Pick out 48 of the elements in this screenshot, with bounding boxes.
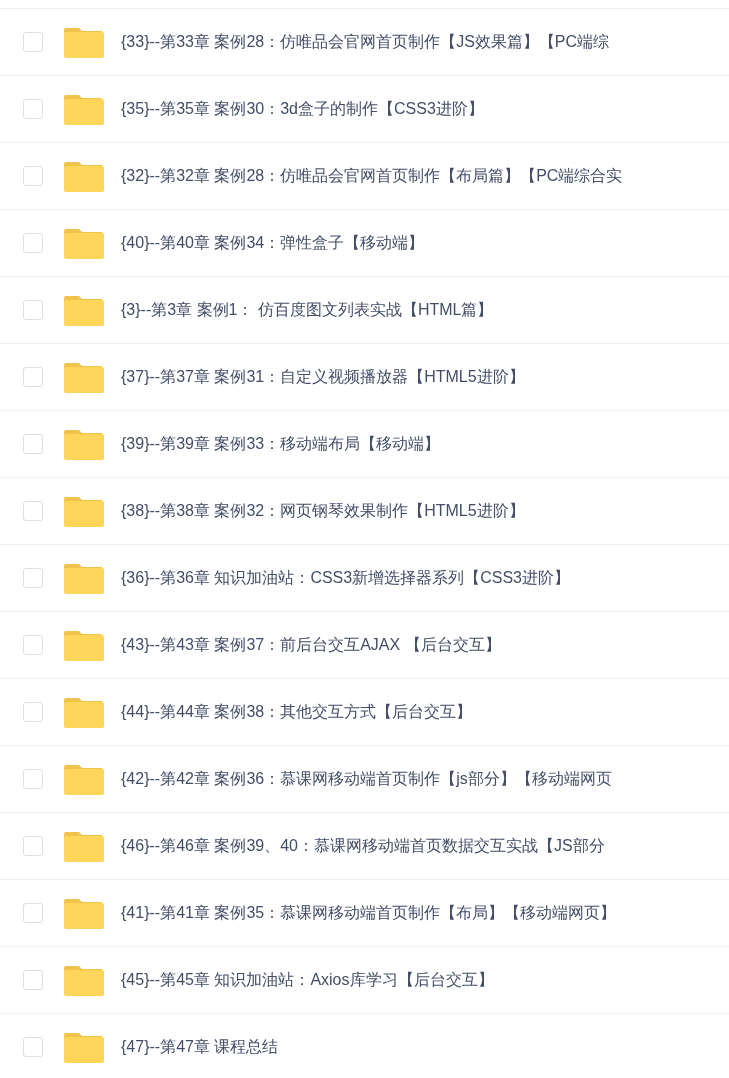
folder-icon xyxy=(64,160,104,192)
folder-name[interactable]: {39}--第39章 案例33：移动端布局【移动端】 xyxy=(121,432,441,456)
checkbox[interactable] xyxy=(23,99,43,119)
folder-name[interactable]: {45}--第45章 知识加油站：Axios库学习【后台交互】 xyxy=(121,968,494,992)
folder-name[interactable]: {33}--第33章 案例28：仿唯品会官网首页制作【JS效果篇】【PC端综 xyxy=(121,30,610,54)
checkbox[interactable] xyxy=(23,769,43,789)
folder-icon xyxy=(64,763,104,795)
folder-icon xyxy=(64,428,104,460)
folder-icon xyxy=(64,93,104,125)
checkbox[interactable] xyxy=(23,970,43,990)
checkbox[interactable] xyxy=(23,166,43,186)
folder-icon xyxy=(64,696,104,728)
folder-name[interactable]: {35}--第35章 案例30：3d盒子的制作【CSS3进阶】 xyxy=(121,97,484,121)
checkbox[interactable] xyxy=(23,367,43,387)
folder-icon xyxy=(64,26,104,58)
folder-name[interactable]: {37}--第37章 案例31：自定义视频播放器【HTML5进阶】 xyxy=(121,365,525,389)
checkbox[interactable] xyxy=(23,32,43,52)
folder-icon xyxy=(64,1031,104,1063)
checkbox[interactable] xyxy=(23,568,43,588)
checkbox[interactable] xyxy=(23,501,43,521)
folder-name[interactable]: {43}--第43章 案例37：前后台交互AJAX 【后台交互】 xyxy=(121,633,501,657)
checkbox[interactable] xyxy=(23,233,43,253)
folder-icon xyxy=(64,897,104,929)
checkbox[interactable] xyxy=(23,836,43,856)
folder-name[interactable]: {46}--第46章 案例39、40：慕课网移动端首页数据交互实战【JS部分 xyxy=(121,834,605,858)
folder-name[interactable]: {44}--第44章 案例38：其他交互方式【后台交互】 xyxy=(121,700,473,724)
folder-name[interactable]: {42}--第42章 案例36：慕课网移动端首页制作【js部分】【移动端网页 xyxy=(121,767,612,791)
checkbox[interactable] xyxy=(23,434,43,454)
folder-name[interactable]: {36}--第36章 知识加油站：CSS3新增选择器系列【CSS3进阶】 xyxy=(121,566,570,590)
checkbox[interactable] xyxy=(23,1037,43,1057)
folder-name[interactable]: {3}--第3章 案例1： 仿百度图文列表实战【HTML篇】 xyxy=(121,298,494,322)
folder-name[interactable]: {40}--第40章 案例34：弹性盒子【移动端】 xyxy=(121,231,425,255)
folder-icon xyxy=(64,830,104,862)
folder-icon xyxy=(64,629,104,661)
folder-icon xyxy=(64,294,104,326)
checkbox[interactable] xyxy=(23,635,43,655)
folder-name[interactable]: {38}--第38章 案例32：网页钢琴效果制作【HTML5进阶】 xyxy=(121,499,525,523)
folder-name[interactable]: {41}--第41章 案例35：慕课网移动端首页制作【布局】【移动端网页】 xyxy=(121,901,617,925)
folder-icon xyxy=(64,495,104,527)
checkbox[interactable] xyxy=(23,903,43,923)
checkbox[interactable] xyxy=(23,300,43,320)
folder-icon xyxy=(64,562,104,594)
checkbox[interactable] xyxy=(23,702,43,722)
folder-icon xyxy=(64,964,104,996)
folder-name[interactable]: {32}--第32章 案例28：仿唯品会官网首页制作【布局篇】【PC端综合实 xyxy=(121,164,623,188)
folder-icon xyxy=(64,227,104,259)
folder-name[interactable]: {47}--第47章 课程总结 xyxy=(121,1035,279,1059)
folder-icon xyxy=(64,361,104,393)
